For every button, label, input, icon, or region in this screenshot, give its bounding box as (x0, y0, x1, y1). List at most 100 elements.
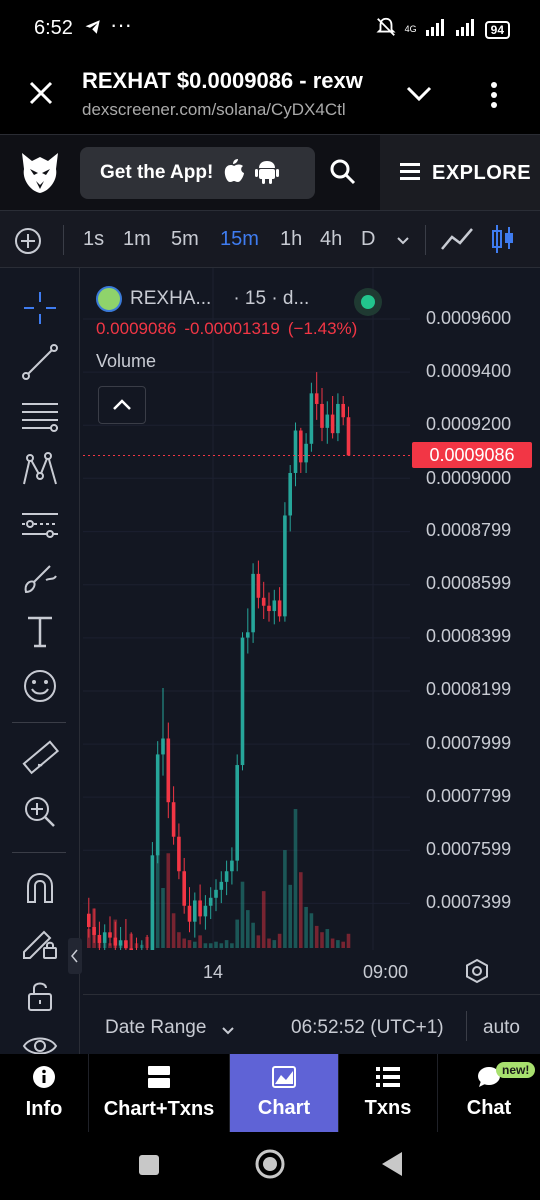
crosshair-icon[interactable] (20, 288, 60, 328)
volume-bar (336, 940, 340, 948)
volume-bar (240, 881, 245, 948)
candle-body (309, 393, 314, 444)
timeframe-1m[interactable]: 1m (123, 228, 151, 251)
candle-body (177, 836, 181, 872)
candle-body (272, 600, 277, 612)
price-axis-label: 0.0008399 (426, 626, 512, 646)
candle-body (108, 932, 112, 938)
volume-bar (346, 933, 351, 948)
timeframe-4h[interactable]: 4h (320, 228, 342, 251)
candle-body (314, 393, 319, 404)
candle-body (251, 573, 255, 633)
volume-bar (288, 884, 292, 948)
nav-txns[interactable]: Txns (339, 1054, 438, 1132)
chevron-down-icon[interactable] (221, 1023, 235, 1041)
date-range-button[interactable]: Date Range (105, 1017, 206, 1039)
search-icon[interactable] (328, 157, 358, 192)
explore-button[interactable]: EXPLORE (380, 135, 540, 211)
candle-body (277, 600, 282, 617)
recents-icon[interactable] (138, 1154, 160, 1181)
lock-drawing-icon[interactable] (20, 922, 60, 962)
unlock-icon[interactable] (20, 976, 60, 1016)
timeframe-d[interactable]: D (361, 228, 375, 251)
apple-icon (223, 158, 245, 189)
new-badge: new! (496, 1062, 536, 1078)
legend-symbol: REXHA... (130, 288, 212, 309)
android-icon (255, 158, 280, 189)
candle-body (214, 889, 218, 898)
nav-chat-label: Chat (466, 1097, 512, 1119)
chart-legend: REXHA... · 15 · d... 0.0009086 -0.000013… (96, 286, 396, 372)
brush-icon[interactable] (20, 558, 60, 598)
candle-body (330, 414, 335, 434)
candle-body (341, 403, 345, 418)
nav-chart-txns[interactable]: Chart+Txns (89, 1054, 230, 1132)
candle-body (102, 932, 107, 943)
candlestick-chart-icon[interactable] (490, 223, 516, 260)
volume-bar (166, 853, 171, 948)
legend-change: -0.00001319 (184, 319, 280, 338)
volume-bar (272, 940, 277, 948)
timeframe-15m[interactable]: 15m (220, 228, 259, 251)
nav-chart[interactable]: Chart (230, 1054, 339, 1132)
price-axis-label: 0.0008599 (426, 573, 512, 593)
forecast-icon[interactable] (20, 504, 60, 544)
timeframe-dropdown-icon[interactable] (396, 233, 410, 251)
volume-bar (277, 933, 282, 948)
timezone-clock[interactable]: 06:52:52 (UTC+1) (291, 1017, 444, 1039)
timeframe-5m[interactable]: 5m (171, 228, 199, 251)
zoom-in-icon[interactable] (20, 792, 60, 832)
candle-body (166, 738, 171, 803)
collapse-tools-handle[interactable] (68, 938, 82, 974)
legend-collapse-button[interactable] (98, 386, 146, 424)
volume-bar (325, 929, 330, 948)
price-axis-label: 0.0007599 (426, 839, 512, 859)
chevron-down-icon[interactable] (404, 82, 434, 111)
ruler-icon[interactable] (20, 738, 60, 778)
volume-bar (341, 941, 345, 948)
emoji-icon[interactable] (20, 666, 60, 706)
split-view-icon (147, 1065, 171, 1094)
line-chart-icon[interactable] (440, 225, 474, 258)
candle-body (325, 414, 330, 428)
candle-body (113, 937, 118, 946)
candle-body (155, 754, 160, 856)
eye-icon[interactable] (20, 1028, 60, 1054)
telegram-icon (84, 18, 102, 41)
fib-lines-icon[interactable] (20, 396, 60, 436)
get-app-button[interactable]: Get the App! (80, 147, 315, 199)
price-axis-label: 0.0009000 (426, 468, 512, 488)
back-icon[interactable] (380, 1150, 404, 1183)
dexscreener-logo-icon[interactable] (20, 151, 60, 200)
candle-body (193, 900, 197, 922)
battery-icon: 94 (484, 20, 510, 39)
token-avatar (96, 286, 122, 312)
auto-scale-toggle[interactable]: auto (483, 1017, 520, 1039)
close-icon[interactable] (26, 78, 56, 108)
home-icon[interactable] (254, 1148, 286, 1185)
candle-body (346, 417, 351, 456)
timeframe-1s[interactable]: 1s (83, 228, 104, 251)
price-axis-label: 0.0008799 (426, 520, 512, 540)
add-indicator-icon[interactable] (13, 226, 43, 261)
time-axis-label: 09:00 (363, 962, 409, 982)
nav-info[interactable]: Info (0, 1054, 89, 1132)
info-icon (32, 1065, 56, 1094)
text-tool-icon[interactable] (20, 612, 60, 652)
magnet-icon[interactable] (20, 868, 60, 908)
volume-bar (267, 938, 271, 948)
pattern-icon[interactable] (20, 450, 60, 490)
chart-settings-icon[interactable] (464, 958, 490, 989)
candle-body (87, 913, 91, 927)
drawing-tools-panel (0, 268, 80, 1054)
volume-bar (203, 943, 208, 948)
page-url[interactable]: dexscreener.com/solana/CyDX4Ctl (82, 100, 378, 120)
candle-body (336, 403, 340, 434)
timeframe-1h[interactable]: 1h (280, 228, 302, 251)
trend-line-icon[interactable] (20, 342, 60, 382)
volume-bar (320, 932, 324, 948)
volume-bar (330, 938, 335, 948)
candle-body (187, 905, 192, 922)
more-vert-icon[interactable] (488, 80, 500, 115)
volume-bar (224, 940, 229, 948)
